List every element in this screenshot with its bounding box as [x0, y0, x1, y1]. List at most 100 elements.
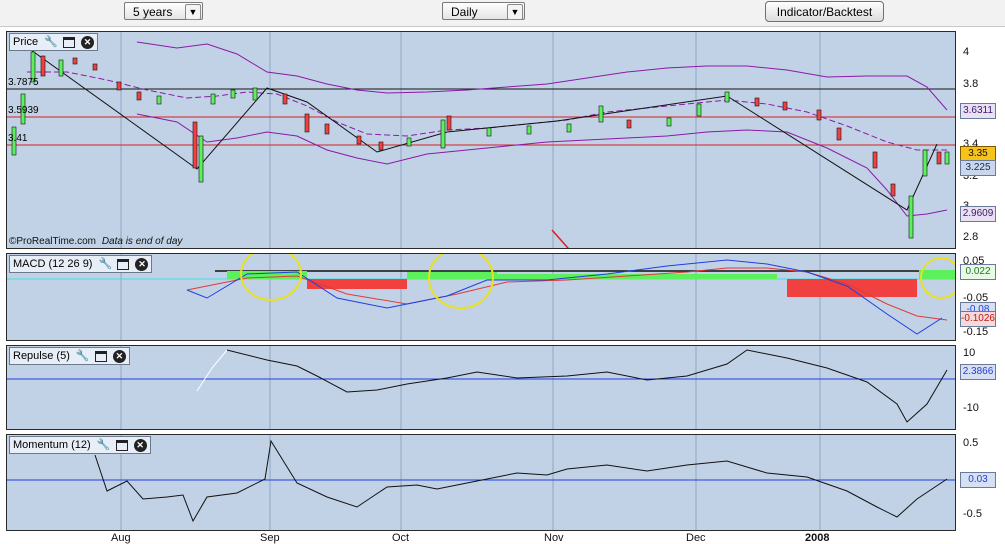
bollinger-mid-band: [27, 71, 947, 151]
momentum-panel[interactable]: Momentum (12) 🔧 ✕: [6, 434, 956, 531]
down-arrow-annotation: [551, 229, 569, 248]
repulse-chart-canvas: [7, 346, 955, 429]
axis-tick: -10: [963, 402, 979, 414]
histogram-positive: [497, 274, 777, 279]
candle-up: [526, 125, 532, 135]
indicator-backtest-button[interactable]: Indicator/Backtest: [765, 1, 884, 22]
period-select-value: 5 years: [133, 5, 173, 19]
repulse-panel-title: Repulse (5): [13, 350, 70, 362]
histogram-positive: [407, 272, 497, 279]
close-icon[interactable]: ✕: [133, 438, 147, 452]
candle-down: [282, 93, 288, 105]
x-axis-label: Oct: [392, 532, 410, 544]
interval-select-value: Daily: [451, 5, 478, 19]
axis-tick: -0.15: [963, 326, 989, 338]
x-axis-label: Sep: [260, 532, 280, 544]
repulse-panel-header: Repulse (5) 🔧 ✕: [9, 347, 130, 365]
wrench-icon[interactable]: 🔧: [76, 350, 90, 363]
bollinger-lower-band: [136, 113, 948, 217]
x-axis-label: Nov: [544, 532, 564, 544]
x-axis-label: Aug: [111, 532, 131, 544]
window-icon[interactable]: [115, 439, 128, 451]
candle-up: [566, 123, 572, 133]
window-icon[interactable]: [63, 36, 76, 48]
toolbar: 5 years ▼ Daily ▼ Indicator/Backtest: [0, 0, 1005, 27]
repulse-line-rising: [196, 349, 228, 392]
candle-down: [72, 57, 78, 65]
price-left-label-3: 3.41: [8, 133, 28, 144]
wrench-icon[interactable]: 🔧: [98, 258, 112, 271]
wrench-icon[interactable]: 🔧: [44, 36, 58, 49]
candle-up: [922, 149, 928, 177]
candle-up: [598, 105, 604, 123]
candle-up: [696, 103, 702, 117]
candle-down: [116, 81, 122, 91]
candle-down: [816, 109, 822, 121]
candle-down: [872, 151, 878, 169]
histogram-positive: [919, 270, 955, 279]
candle-up: [210, 93, 216, 105]
bollinger-lower-value: 2.9609: [960, 206, 996, 222]
candle-up: [944, 151, 950, 165]
candle-down: [446, 115, 452, 131]
candle-up: [156, 95, 162, 105]
watermark-source: ©ProRealTime.com: [9, 236, 97, 247]
x-axis-label: 2008: [805, 532, 830, 544]
candle-down: [92, 63, 98, 71]
period-select[interactable]: 5 years ▼: [124, 2, 203, 20]
candle-up: [908, 195, 914, 239]
candle-up: [252, 87, 258, 101]
chevron-down-icon: ▼: [185, 4, 201, 20]
repulse-panel[interactable]: Repulse (5) 🔧 ✕: [6, 345, 956, 430]
macd-panel-header: MACD (12 26 9) 🔧 ✕: [9, 255, 153, 273]
lower-band-value: 3.225: [960, 160, 996, 176]
candle-up: [230, 89, 236, 99]
momentum-panel-header: Momentum (12) 🔧 ✕: [9, 436, 151, 454]
momentum-panel-title: Momentum (12): [13, 439, 91, 451]
momentum-value: 0.03: [960, 472, 996, 488]
wrench-icon[interactable]: 🔧: [97, 439, 111, 452]
histogram-negative: [787, 279, 917, 297]
candle-down: [40, 55, 46, 77]
bollinger-upper-band: [136, 41, 948, 111]
watermark-note: Data is end of day: [101, 236, 183, 247]
zigzag-trendline: [30, 49, 938, 211]
window-icon[interactable]: [94, 350, 107, 362]
bollinger-upper-value: 3.6311: [960, 103, 996, 119]
repulse-axis: 10 -10: [957, 345, 1005, 430]
price-panel[interactable]: Price 🔧 ✕ 3.7875 3.5939 3.41 ©ProRealTim…: [6, 31, 956, 249]
candle-up: [406, 137, 412, 147]
close-icon[interactable]: ✕: [112, 349, 126, 363]
close-icon[interactable]: ✕: [81, 35, 95, 49]
axis-tick: 10: [963, 347, 976, 359]
watermark: ©ProRealTime.com Data is end of day: [9, 236, 182, 247]
interval-select[interactable]: Daily ▼: [442, 2, 525, 20]
window-icon[interactable]: [117, 258, 130, 270]
candle-down: [936, 151, 942, 165]
axis-tick: 3.8: [963, 78, 979, 90]
candle-up: [58, 59, 64, 77]
candle-up: [198, 135, 204, 183]
candle-down: [890, 183, 896, 197]
candle-up: [486, 127, 492, 137]
candle-up: [724, 91, 730, 103]
macd-panel-title: MACD (12 26 9): [13, 258, 93, 270]
repulse-value: 2.3866: [960, 364, 996, 380]
axis-tick: 0.5: [963, 437, 979, 449]
candle-down: [136, 91, 142, 101]
repulse-line: [226, 349, 948, 423]
candle-up: [440, 119, 446, 149]
macd-histogram-value: 0.022: [960, 264, 996, 280]
x-axis-label: Dec: [686, 532, 706, 544]
close-icon[interactable]: ✕: [135, 257, 149, 271]
price-left-label-1: 3.7875: [8, 77, 39, 88]
candle-down: [378, 141, 384, 151]
candle-down: [836, 127, 842, 141]
candle-down: [626, 119, 632, 129]
chevron-down-icon: ▼: [507, 4, 523, 20]
axis-tick: -0.5: [963, 508, 982, 520]
macd-line-value: -0.1026: [960, 311, 996, 327]
macd-panel[interactable]: MACD (12 26 9) 🔧 ✕: [6, 253, 956, 341]
price-panel-header: Price 🔧 ✕: [9, 33, 99, 51]
price-panel-title: Price: [13, 36, 39, 48]
